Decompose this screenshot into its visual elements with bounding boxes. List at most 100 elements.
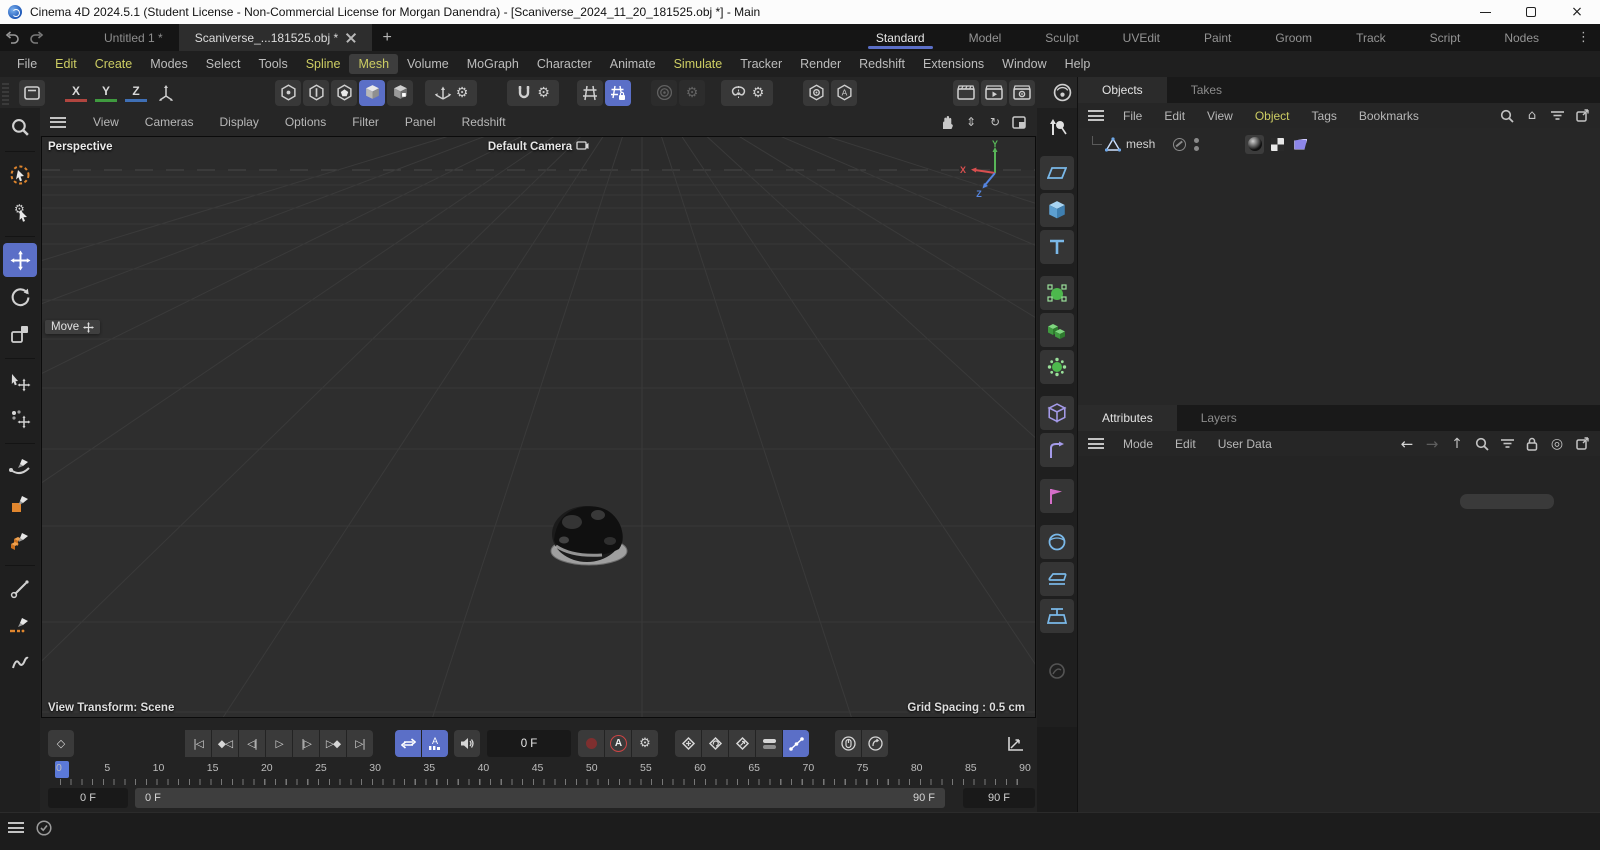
viewport-menu-item[interactable]: View bbox=[80, 115, 132, 129]
am-menu-mode[interactable]: Mode bbox=[1112, 437, 1164, 451]
menu-tracker[interactable]: Tracker bbox=[731, 54, 791, 74]
om-menu-view[interactable]: View bbox=[1196, 109, 1244, 123]
spline-pen-button[interactable] bbox=[3, 450, 37, 484]
make-editable-button[interactable] bbox=[19, 79, 45, 106]
modeling-axis-settings-button[interactable]: ⚙ bbox=[679, 79, 705, 106]
new-document-button[interactable]: + bbox=[372, 24, 402, 51]
y-axis-lock-button[interactable]: Y bbox=[95, 84, 117, 102]
keyframe-settings-button[interactable]: ⚙ bbox=[632, 730, 658, 757]
key-scale-button[interactable] bbox=[729, 730, 755, 757]
spline-arrow-button[interactable] bbox=[1040, 110, 1074, 144]
layout-tab-script[interactable]: Script bbox=[1408, 24, 1483, 51]
auto-mode-button[interactable]: A bbox=[831, 79, 857, 106]
status-menu-icon[interactable] bbox=[8, 822, 24, 833]
render-settings-button[interactable] bbox=[1009, 79, 1035, 106]
toggle-viewport-layout-button[interactable] bbox=[1009, 112, 1029, 132]
tab-objects[interactable]: Objects bbox=[1078, 77, 1167, 103]
search-icon[interactable] bbox=[1474, 436, 1490, 452]
up-icon[interactable]: ↑ bbox=[1449, 436, 1465, 452]
render-to-picture-viewer-button[interactable] bbox=[981, 79, 1007, 106]
points-mode-button[interactable] bbox=[275, 79, 301, 106]
key-rotation-button[interactable] bbox=[702, 730, 728, 757]
menu-tools[interactable]: Tools bbox=[250, 54, 297, 74]
viewport-menu-icon[interactable] bbox=[50, 116, 66, 128]
symmetry-settings-icon[interactable]: ⚙ bbox=[752, 86, 765, 100]
undo-button[interactable] bbox=[0, 24, 24, 51]
om-menu-tags[interactable]: Tags bbox=[1301, 109, 1348, 123]
popout-icon[interactable] bbox=[1574, 108, 1590, 124]
layout-tab-model[interactable]: Model bbox=[947, 24, 1024, 51]
prev-key-button[interactable]: ◆◁ bbox=[212, 730, 238, 757]
viewport-menu-item[interactable]: Display bbox=[206, 115, 271, 129]
layout-tab-standard[interactable]: Standard bbox=[854, 24, 947, 51]
viewport-menu-item[interactable]: Redshift bbox=[449, 115, 519, 129]
key-position-button[interactable] bbox=[675, 730, 701, 757]
model-mode-button[interactable] bbox=[359, 79, 385, 106]
find-tool-button[interactable] bbox=[3, 110, 37, 144]
polygons-mode-button[interactable] bbox=[331, 79, 357, 106]
tab-takes[interactable]: Takes bbox=[1167, 77, 1246, 103]
rotate-tool-button[interactable] bbox=[3, 280, 37, 314]
prev-frame-button[interactable]: ◁| bbox=[239, 730, 265, 757]
om-menu-edit[interactable]: Edit bbox=[1153, 109, 1196, 123]
render-view-button[interactable] bbox=[953, 79, 979, 106]
tab-attributes[interactable]: Attributes bbox=[1078, 405, 1177, 431]
menu-create[interactable]: Create bbox=[86, 54, 142, 74]
orbit-view-button[interactable]: ↻ bbox=[985, 112, 1005, 132]
layout-tab-nodes[interactable]: Nodes bbox=[1482, 24, 1561, 51]
text-object-button[interactable] bbox=[1040, 230, 1074, 264]
modeling-axis-button[interactable] bbox=[651, 79, 677, 106]
popout-icon[interactable] bbox=[1574, 436, 1590, 452]
menu-redshift[interactable]: Redshift bbox=[850, 54, 914, 74]
menu-window[interactable]: Window bbox=[993, 54, 1055, 74]
coordinate-system-button[interactable] bbox=[153, 80, 179, 106]
viewport-menu-item[interactable]: Options bbox=[272, 115, 339, 129]
om-menu-file[interactable]: File bbox=[1112, 109, 1153, 123]
layout-tab-track[interactable]: Track bbox=[1334, 24, 1408, 51]
viewport-menu-item[interactable]: Panel bbox=[392, 115, 449, 129]
viewport-menu-item[interactable]: Filter bbox=[339, 115, 392, 129]
animate-mode-button[interactable]: A bbox=[422, 730, 448, 757]
tweak-tool-button[interactable]: ⚙ bbox=[3, 195, 37, 229]
menu-render[interactable]: Render bbox=[791, 54, 850, 74]
menu-select[interactable]: Select bbox=[197, 54, 250, 74]
realtime-record-button[interactable] bbox=[862, 730, 888, 757]
field-object-button[interactable] bbox=[1040, 479, 1074, 513]
object-manager-menu-icon[interactable] bbox=[1088, 110, 1104, 121]
close-tab-icon[interactable] bbox=[346, 33, 356, 43]
next-frame-button[interactable]: |▷ bbox=[293, 730, 319, 757]
primitive-pen-button[interactable] bbox=[3, 524, 37, 558]
menu-volume[interactable]: Volume bbox=[398, 54, 458, 74]
menu-spline[interactable]: Spline bbox=[297, 54, 350, 74]
snap-button[interactable]: ⚙ bbox=[507, 79, 559, 106]
scale-tool-button[interactable] bbox=[3, 317, 37, 351]
autokey-button[interactable]: A bbox=[605, 730, 631, 757]
layout-tab-groom[interactable]: Groom bbox=[1253, 24, 1334, 51]
current-frame-field[interactable]: 0 F bbox=[487, 730, 571, 757]
minimize-button[interactable] bbox=[1462, 0, 1508, 24]
am-menu-user-data[interactable]: User Data bbox=[1207, 437, 1283, 451]
record-keyframe-button[interactable] bbox=[578, 730, 604, 757]
rectangle-spline-button[interactable] bbox=[3, 487, 37, 521]
goto-end-button[interactable]: ▷| bbox=[347, 730, 373, 757]
record-mouse-button[interactable] bbox=[835, 730, 861, 757]
viewport-3d-view[interactable]: Perspective Default Camera Move Y X Z Vi… bbox=[41, 136, 1036, 718]
plane-object-button[interactable] bbox=[1040, 156, 1074, 190]
sky-object-button[interactable] bbox=[1040, 525, 1074, 559]
next-key-button[interactable]: ▷◆ bbox=[320, 730, 346, 757]
keyframe-diamond-button[interactable]: ◇ bbox=[48, 730, 74, 757]
camera-settings-icon[interactable] bbox=[576, 141, 589, 151]
range-slider[interactable]: 0 F 90 F bbox=[135, 788, 945, 808]
z-axis-lock-button[interactable]: Z bbox=[125, 84, 147, 102]
attribute-empty-field[interactable] bbox=[1460, 494, 1554, 509]
volume-mesher-button[interactable] bbox=[1040, 350, 1074, 384]
subdivision-surface-button[interactable] bbox=[1040, 276, 1074, 310]
menu-simulate[interactable]: Simulate bbox=[665, 54, 732, 74]
uvw-tag-icon[interactable] bbox=[1291, 135, 1310, 154]
redo-button[interactable] bbox=[24, 24, 48, 51]
dolly-view-button[interactable]: ⇕ bbox=[961, 112, 981, 132]
layout-tab-uvedit[interactable]: UVEdit bbox=[1101, 24, 1182, 51]
home-icon[interactable]: ⌂ bbox=[1524, 108, 1540, 124]
lock-workplane-button[interactable] bbox=[605, 79, 631, 106]
gizmo-settings-icon[interactable]: ⚙ bbox=[456, 86, 469, 100]
